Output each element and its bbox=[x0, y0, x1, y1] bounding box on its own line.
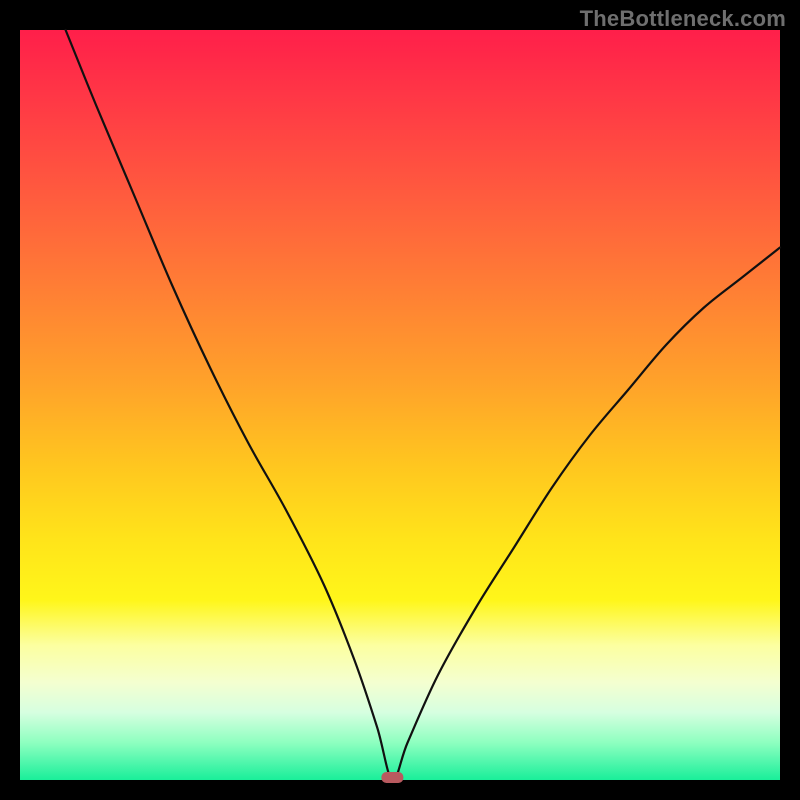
chart-svg bbox=[20, 30, 780, 780]
plot-area bbox=[20, 30, 780, 780]
bottleneck-curve bbox=[66, 30, 780, 780]
watermark-text: TheBottleneck.com bbox=[580, 6, 786, 32]
optimal-marker bbox=[381, 772, 403, 783]
chart-frame: TheBottleneck.com bbox=[0, 0, 800, 800]
